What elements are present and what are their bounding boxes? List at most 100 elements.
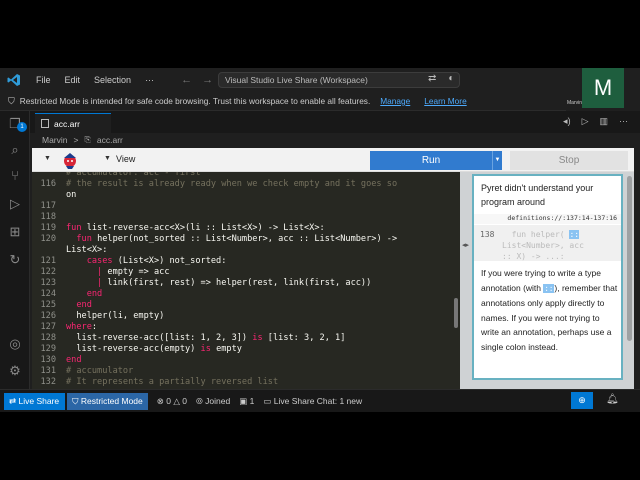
status-participants[interactable]: ▣ 1 xyxy=(239,396,254,407)
snippet-line-2: List<Number>, acc xyxy=(502,241,584,250)
tab-bar: acc.arr ◂) ▷ ▥ ··· xyxy=(30,111,640,133)
back-arrow-icon[interactable]: ← xyxy=(181,74,192,86)
line-number: 125 xyxy=(40,300,56,310)
tab-acc-arr[interactable]: acc.arr xyxy=(35,113,111,133)
status-chat[interactable]: ▭ Live Share Chat: 1 new xyxy=(263,396,362,407)
line-content: on xyxy=(66,190,77,200)
split-editor-icon[interactable]: ▥ xyxy=(599,116,608,127)
code-scrollbar[interactable] xyxy=(452,172,460,389)
code-line[interactable]: 132 # It represents a partially reversed … xyxy=(32,377,452,388)
menu-more[interactable]: ··· xyxy=(145,75,154,85)
line-number: 127 xyxy=(40,322,56,332)
live-share-icon[interactable]: ⇄ xyxy=(428,73,436,84)
line-content: end xyxy=(66,355,82,365)
interactions-pane: Pyret didn't understand your program aro… xyxy=(470,172,634,389)
search-icon[interactable]: ⌕ xyxy=(7,142,23,158)
code-line[interactable]: 120 fun helper(not_sorted :: List<Number… xyxy=(32,234,452,245)
status-live-share[interactable]: ⇄ Live Share xyxy=(4,392,66,410)
pane-divider[interactable] xyxy=(460,172,470,389)
view-caret-icon[interactable]: ▼ xyxy=(104,155,111,162)
account-icon[interactable]: ◎ xyxy=(7,336,23,352)
learn-more-link[interactable]: Learn More xyxy=(424,96,466,106)
snippet-highlight: :: xyxy=(569,230,580,239)
code-scrollbar-thumb[interactable] xyxy=(454,298,458,328)
line-number: 116 xyxy=(40,179,56,189)
code-line[interactable]: 129 list-reverse-acc(empty) is empty xyxy=(32,344,452,355)
code-line[interactable]: 126 helper(li, empty) xyxy=(32,311,452,322)
status-restricted-label: Restricted Mode xyxy=(80,395,143,406)
run-dropdown-icon[interactable]: ▼ xyxy=(492,151,502,170)
interactions-scrollbar-thumb[interactable] xyxy=(627,176,632,341)
activity-bar: ❐ ⌕ ⑂ ▷ ⊞ ↻ ◎ ⚙ xyxy=(0,111,30,389)
run-button[interactable]: Run xyxy=(370,151,492,170)
code-line[interactable]: 128 list-reverse-acc([list: 1, 2, 3]) is… xyxy=(32,333,452,344)
code-line[interactable]: 118 xyxy=(32,212,452,223)
editor-area: acc.arr ◂) ▷ ▥ ··· Marvin > ⎘ acc.arr ▼ xyxy=(30,111,640,389)
extensions-icon[interactable]: ⊞ xyxy=(7,224,23,240)
code-line[interactable]: on xyxy=(32,190,452,201)
code-line[interactable]: 117 xyxy=(32,201,452,212)
code-line[interactable]: 127 where: xyxy=(32,322,452,333)
file-icon xyxy=(41,119,49,128)
command-center[interactable]: Visual Studio Live Share (Workspace) xyxy=(218,72,460,88)
code-line[interactable]: 130 end xyxy=(32,355,452,366)
restricted-mode-banner: ⛉ Restricted Mode is intended for safe c… xyxy=(0,92,566,111)
divider-handle-icon[interactable]: ◂▸ xyxy=(462,241,469,249)
layout-icon[interactable]: ◐ xyxy=(448,73,454,84)
line-content: end xyxy=(76,300,92,310)
manage-link[interactable]: Manage xyxy=(380,96,410,106)
pyret-webview: ▼ ▼ View Run ▼ Stop # accumulator: acc -… xyxy=(32,148,634,389)
bell-icon[interactable]: 🔔︎ xyxy=(606,394,619,405)
line-content: # accumulator: acc - first xyxy=(66,172,201,178)
title-bar: File Edit Selection ··· ← → Visual Studi… xyxy=(0,68,566,92)
code-line[interactable]: 131 # accumulator xyxy=(32,366,452,377)
code-line[interactable]: 119 fun list-reverse-acc<X>(li :: List<X>… xyxy=(32,223,452,234)
breadcrumb-separator: > xyxy=(73,135,79,145)
menu-file[interactable]: File xyxy=(36,75,51,85)
remote-explorer-icon[interactable]: ↻ xyxy=(7,252,23,268)
banner-text: Restricted Mode is intended for safe cod… xyxy=(19,96,371,106)
run-debug-icon[interactable]: ▷ xyxy=(7,196,23,212)
view-menu[interactable]: View xyxy=(116,154,135,164)
code-line[interactable]: 123 | link(first, rest) => helper(rest, … xyxy=(32,278,452,289)
menu-caret-icon[interactable]: ▼ xyxy=(44,155,51,162)
code-line[interactable]: 125 end xyxy=(32,300,452,311)
status-problems[interactable]: ⊗ 0 △ 0 xyxy=(157,396,187,407)
avatar[interactable]: M xyxy=(582,68,624,108)
error-body: If you were trying to write a type annot… xyxy=(481,266,619,354)
settings-gear-icon[interactable]: ⚙ xyxy=(7,363,23,379)
code-line[interactable]: 121 cases (List<X>) not_sorted: xyxy=(32,256,452,267)
more-actions-icon[interactable]: ··· xyxy=(619,116,628,127)
code-line[interactable]: 116 # the result is already ready when we… xyxy=(32,179,452,190)
menu-edit[interactable]: Edit xyxy=(65,75,81,85)
breadcrumb-folder[interactable]: Marvin xyxy=(42,135,68,145)
code-editor[interactable]: # accumulator: acc - first 116 # the resul… xyxy=(32,172,452,389)
line-content: | link(first, rest) => helper(rest, link… xyxy=(97,278,372,288)
line-number: 126 xyxy=(40,311,56,321)
pyret-toolbar: ▼ ▼ View Run ▼ Stop xyxy=(32,148,634,172)
status-restricted-mode[interactable]: ⛉ Restricted Mode xyxy=(67,392,148,410)
line-number: 121 xyxy=(40,256,56,266)
broadcast-icon[interactable]: ◂) xyxy=(563,116,571,127)
stop-button[interactable]: Stop xyxy=(510,151,628,170)
run-icon[interactable]: ▷ xyxy=(582,116,589,127)
source-control-icon[interactable]: ⑂ xyxy=(7,168,23,184)
avatar-name: Marvin xyxy=(567,100,583,106)
code-line[interactable]: 122 | empty => acc xyxy=(32,267,452,278)
line-content: # the result is already ready when we ch… xyxy=(66,179,398,189)
line-number: 119 xyxy=(40,223,56,233)
forward-arrow-icon[interactable]: → xyxy=(202,74,213,86)
breadcrumb-file-icon: ⎘ xyxy=(84,135,91,144)
menu-selection[interactable]: Selection xyxy=(94,75,131,85)
breadcrumb-file[interactable]: acc.arr xyxy=(97,135,123,145)
interactions-scrollbar[interactable] xyxy=(625,172,634,389)
zoom-icon[interactable]: ⊕ xyxy=(571,392,593,409)
warning-icon: △ xyxy=(173,395,183,406)
code-line[interactable]: # accumulator: acc - first xyxy=(32,172,452,179)
status-joined[interactable]: ⦾ Joined xyxy=(196,396,230,407)
line-number: 120 xyxy=(40,234,56,244)
error-location-link[interactable]: definitions://:137:14-137:16 xyxy=(474,214,621,224)
error-message: Pyret didn't understand your program aro… xyxy=(472,174,623,380)
code-line[interactable]: 124 end xyxy=(32,289,452,300)
code-line[interactable]: List<X>: xyxy=(32,245,452,256)
